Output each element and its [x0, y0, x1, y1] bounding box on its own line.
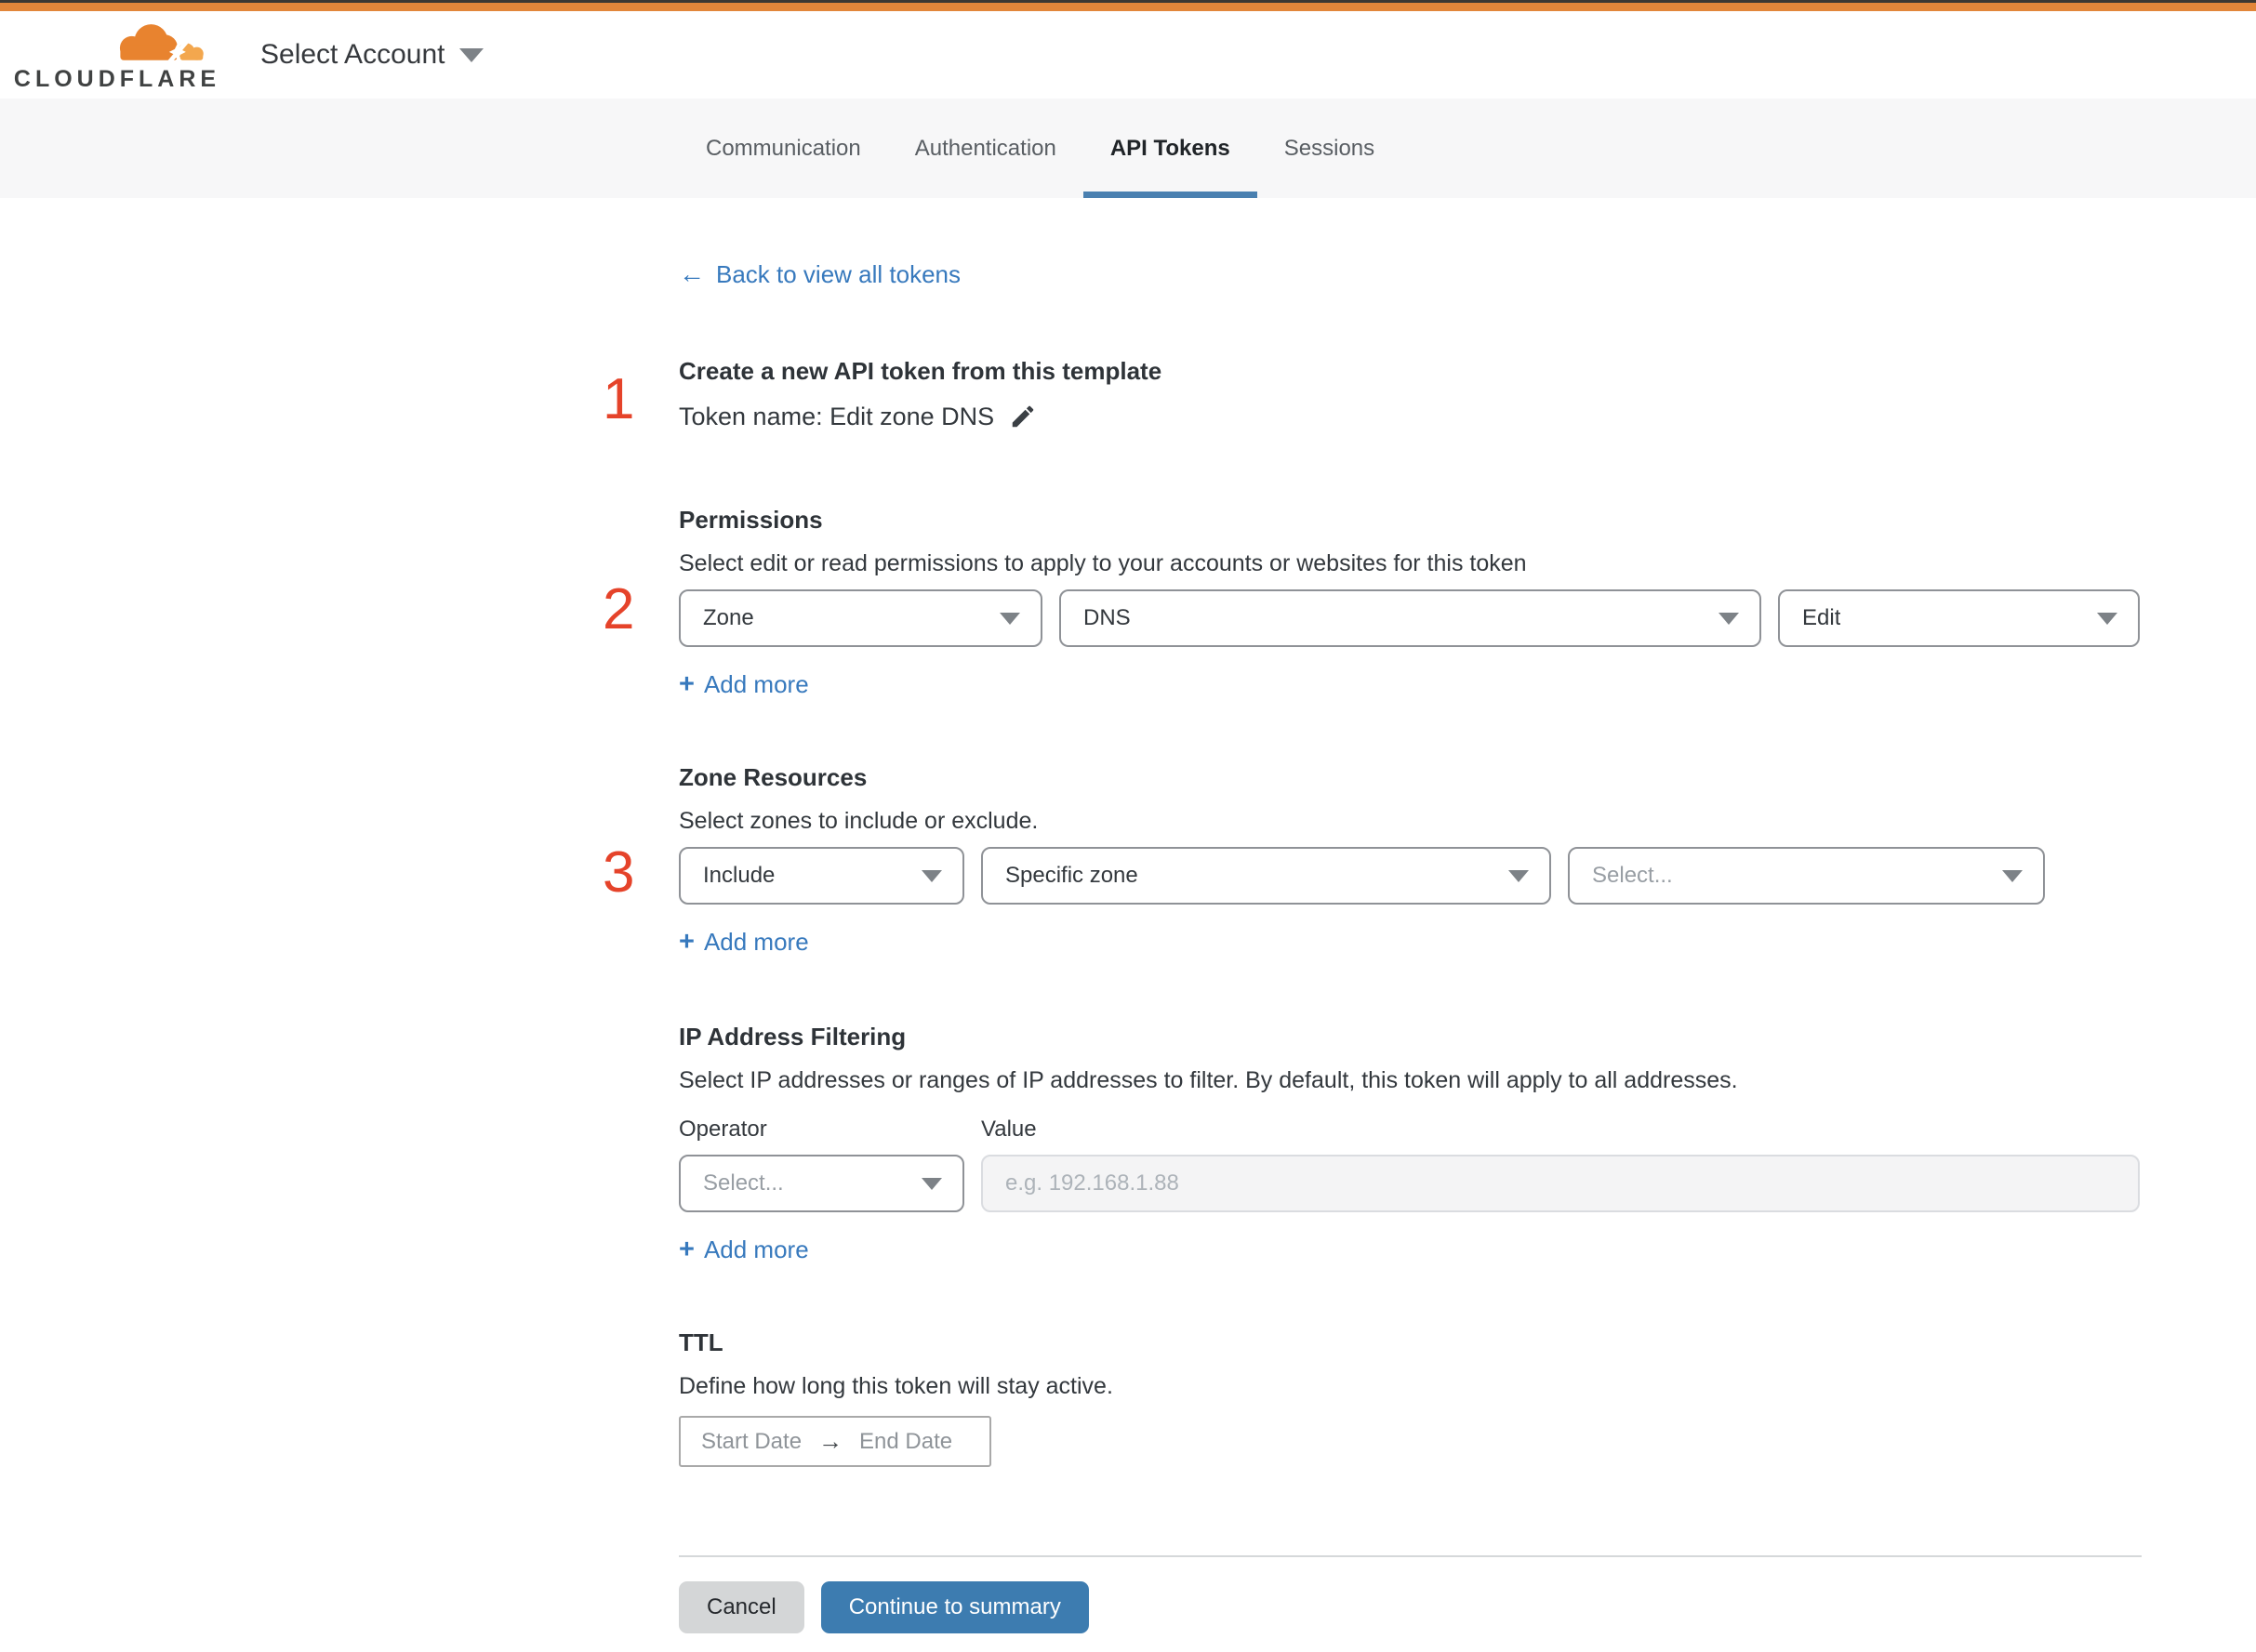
- zone-resources-title: Zone Resources: [679, 763, 868, 791]
- chevron-down-icon: [2097, 612, 2117, 625]
- zone-type-value: Specific zone: [1005, 863, 1138, 888]
- permission-scope-value: Zone: [703, 605, 754, 630]
- section-token-name: 1 Create a new API token from this templ…: [603, 357, 2142, 430]
- zone-operator-value: Include: [703, 863, 776, 888]
- tab-communication[interactable]: Communication: [679, 99, 888, 198]
- tab-bar: Communication Authentication API Tokens …: [0, 99, 2256, 198]
- ip-filtering-row: Select...: [679, 1155, 2142, 1212]
- step-number-1: 1: [603, 367, 635, 431]
- back-link-label: Back to view all tokens: [716, 260, 962, 288]
- edit-pencil-icon[interactable]: [1009, 403, 1037, 430]
- add-more-label: Add more: [703, 670, 809, 698]
- permission-scope-select[interactable]: Zone: [679, 589, 1042, 647]
- permissions-add-more-link[interactable]: + Add more: [679, 669, 809, 699]
- ip-filtering-add-more-link[interactable]: + Add more: [679, 1235, 809, 1264]
- ip-operator-select[interactable]: Select...: [679, 1155, 964, 1212]
- chevron-down-icon: [922, 869, 942, 882]
- value-label: Value: [981, 1117, 1037, 1142]
- app-header: CLOUDFLARE Select Account: [0, 11, 2256, 99]
- permissions-description: Select edit or read permissions to apply…: [679, 550, 1527, 576]
- section-permissions: 2 Permissions Select edit or read permis…: [603, 506, 2142, 699]
- chevron-down-icon: [2002, 869, 2023, 882]
- permission-resource-select[interactable]: DNS: [1059, 589, 1761, 647]
- ttl-description: Define how long this token will stay act…: [679, 1373, 1113, 1399]
- add-more-label: Add more: [703, 1236, 809, 1263]
- add-more-label: Add more: [703, 928, 809, 956]
- create-title: Create a new API token from this templat…: [679, 357, 1162, 385]
- zone-operator-select[interactable]: Include: [679, 847, 964, 905]
- back-link[interactable]: ← Back to view all tokens: [679, 259, 962, 288]
- chevron-down-icon: [1719, 612, 1739, 625]
- chevron-down-icon: [1000, 612, 1020, 625]
- zone-resources-description: Select zones to include or exclude.: [679, 808, 1039, 834]
- step-number-3: 3: [603, 840, 635, 905]
- operator-label: Operator: [679, 1117, 767, 1142]
- token-name-text: Token name: Edit zone DNS: [679, 403, 995, 430]
- account-selector[interactable]: Select Account: [260, 39, 484, 71]
- permissions-row: Zone DNS Edit: [679, 589, 2142, 647]
- tab-api-tokens[interactable]: API Tokens: [1082, 99, 1257, 198]
- permission-access-value: Edit: [1802, 605, 1841, 630]
- ip-filtering-description: Select IP addresses or ranges of IP addr…: [679, 1067, 1738, 1093]
- section-ip-filtering: IP Address Filtering Select IP addresses…: [679, 1023, 2142, 1264]
- cloudflare-cloud-icon: [117, 24, 206, 65]
- end-date-label: End Date: [859, 1428, 953, 1454]
- ip-value-input: [981, 1155, 2140, 1212]
- cancel-button[interactable]: Cancel: [679, 1581, 804, 1633]
- tab-authentication[interactable]: Authentication: [888, 99, 1083, 198]
- plus-icon: +: [679, 1235, 695, 1264]
- tab-label: Communication: [706, 135, 861, 161]
- start-date-label: Start Date: [701, 1428, 803, 1454]
- chevron-down-icon: [1508, 869, 1529, 882]
- step-number-2: 2: [603, 577, 635, 641]
- zone-picker-select[interactable]: Select...: [1568, 847, 2045, 905]
- divider: [679, 1555, 2142, 1557]
- section-ttl: TTL Define how long this token will stay…: [679, 1329, 2142, 1467]
- right-arrow-icon: →: [818, 1427, 843, 1455]
- zone-type-select[interactable]: Specific zone: [981, 847, 1551, 905]
- token-name-row: Token name: Edit zone DNS: [679, 403, 2142, 430]
- permission-resource-value: DNS: [1083, 605, 1131, 630]
- chevron-down-icon: [459, 47, 484, 62]
- cloudflare-logo[interactable]: CLOUDFLARE: [14, 19, 216, 93]
- cloudflare-logo-text: CLOUDFLARE: [13, 66, 221, 92]
- permissions-title: Permissions: [679, 506, 823, 534]
- plus-icon: +: [679, 927, 695, 957]
- zone-resources-row: Include Specific zone Select...: [679, 847, 2142, 905]
- tab-sessions[interactable]: Sessions: [1257, 99, 1401, 198]
- date-range-picker[interactable]: Start Date → End Date: [679, 1416, 991, 1467]
- ip-filtering-labels: Operator Value: [679, 1117, 2142, 1142]
- account-selector-label: Select Account: [260, 39, 445, 70]
- main-content: ← Back to view all tokens 1 Create a new…: [603, 198, 2142, 1652]
- left-arrow-icon: ←: [679, 259, 705, 288]
- brand-orange-bar: [0, 3, 2256, 11]
- tab-label: Sessions: [1283, 135, 1375, 161]
- section-zone-resources: 3 Zone Resources Select zones to include…: [603, 763, 2142, 957]
- continue-to-summary-button[interactable]: Continue to summary: [820, 1581, 1089, 1633]
- permission-access-select[interactable]: Edit: [1778, 589, 2140, 647]
- ttl-title: TTL: [679, 1328, 723, 1356]
- tab-label: Authentication: [914, 135, 1056, 161]
- chevron-down-icon: [922, 1177, 942, 1190]
- ip-filtering-title: IP Address Filtering: [679, 1023, 907, 1051]
- zone-picker-placeholder: Select...: [1592, 863, 1673, 888]
- footer-actions: Cancel Continue to summary: [679, 1581, 2142, 1652]
- zone-resources-add-more-link[interactable]: + Add more: [679, 927, 809, 957]
- plus-icon: +: [679, 669, 695, 699]
- tab-label: API Tokens: [1109, 135, 1230, 161]
- ip-operator-placeholder: Select...: [703, 1170, 784, 1196]
